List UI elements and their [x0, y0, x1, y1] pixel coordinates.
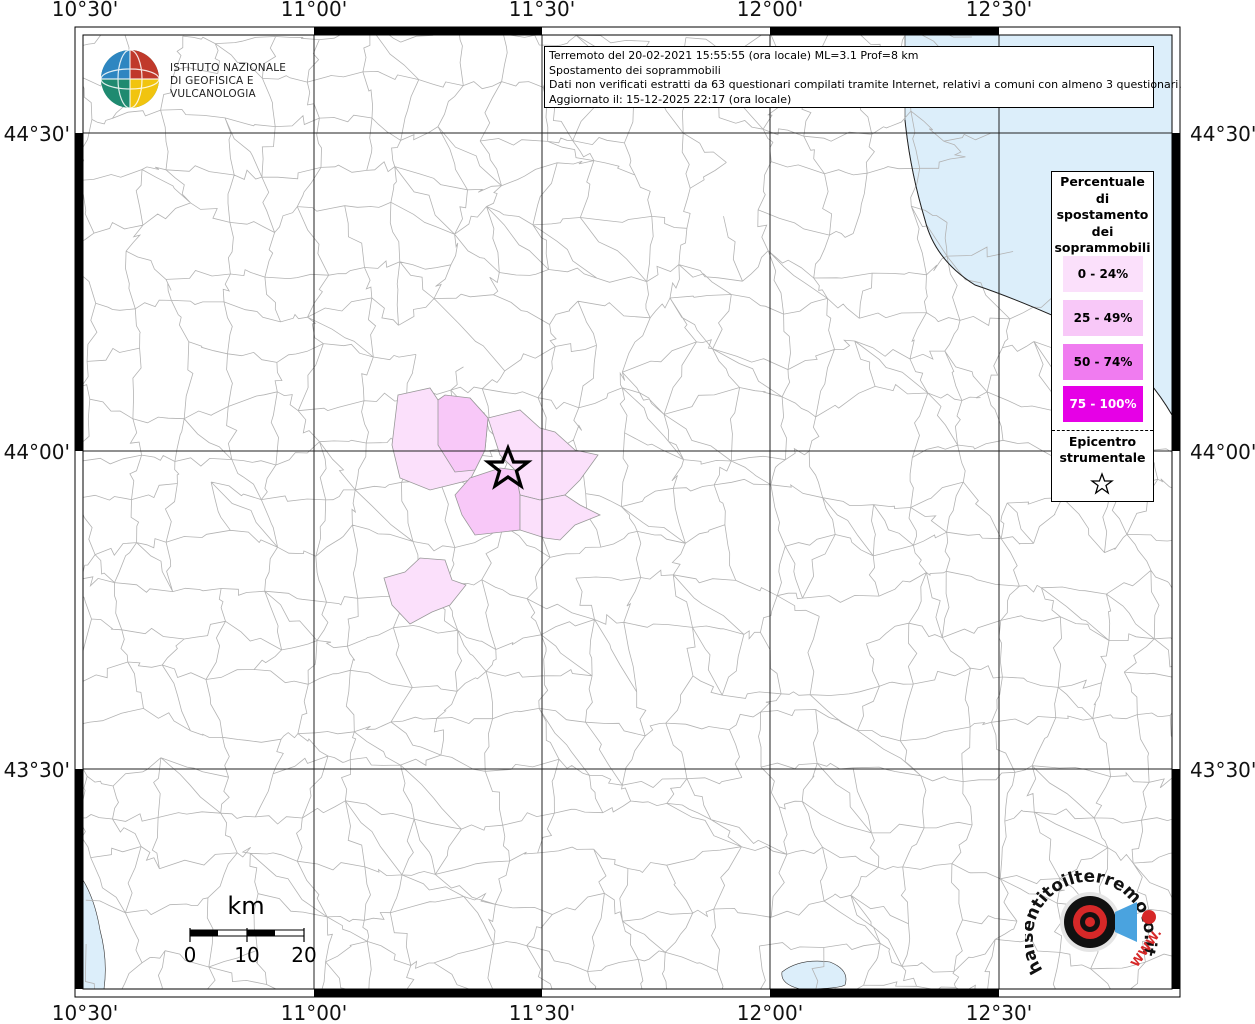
lon-label-top: 11°00' — [281, 0, 347, 21]
lat-label-right: 44°30' — [1190, 122, 1255, 146]
legend-class-50-74: 50 - 74% — [1063, 344, 1143, 380]
lon-label-bottom: 12°30' — [966, 1001, 1032, 1024]
map-subject: Spostamento dei soprammobili — [549, 63, 721, 77]
lat-label-left: 44°00' — [4, 440, 70, 464]
legend-star-icon — [1090, 472, 1114, 495]
lon-label-top: 12°30' — [966, 0, 1032, 21]
legend-title: Percentuale di spostamento dei soprammob… — [1054, 174, 1151, 255]
event-info-box: Terremoto del 20-02-2021 15:55:55 (ora l… — [544, 46, 1182, 108]
lon-label-bottom: 11°30' — [509, 1001, 575, 1024]
lat-label-right: 44°00' — [1190, 440, 1255, 464]
legend-class-75-100: 75 - 100% — [1063, 386, 1143, 422]
ingv-name-line2: DI GEOFISICA E VULCANOLOGIA — [170, 75, 256, 100]
legend: Percentuale di spostamento dei soprammob… — [1051, 171, 1154, 502]
lon-label-bottom: 12°00' — [737, 1001, 803, 1024]
lon-label-top: 12°00' — [737, 0, 803, 21]
ingv-globe-icon — [100, 49, 160, 109]
ingv-name-line1: ISTITUTO NAZIONALE — [170, 62, 287, 74]
legend-class-0-24: 0 - 24% — [1063, 256, 1143, 292]
scale-tick-0: 0 — [184, 943, 197, 967]
lon-label-bottom: 11°00' — [281, 1001, 347, 1024]
legend-epicenter-label: Epicentro strumentale — [1059, 434, 1146, 465]
scale-unit: km — [227, 892, 264, 920]
legend-divider — [1052, 430, 1153, 431]
data-disclaimer: Dati non verificati estratti da 63 quest… — [549, 78, 1182, 91]
lat-label-left: 43°30' — [4, 758, 70, 782]
lat-label-right: 43°30' — [1190, 758, 1255, 782]
event-title: Terremoto del 20-02-2021 15:55:55 (ora l… — [549, 49, 919, 62]
hsit-logo: haisentitoilterremoto.it WWW. — [1025, 867, 1164, 978]
lon-label-top: 11°30' — [509, 0, 575, 21]
lon-label-bottom: 10°30' — [52, 1001, 118, 1024]
legend-class-25-49: 25 - 49% — [1063, 300, 1143, 336]
lat-label-left: 44°30' — [4, 122, 70, 146]
scale-tick-20: 20 — [291, 943, 316, 967]
scale-bar: km 0 10 20 — [184, 892, 317, 967]
update-timestamp: Aggiornato il: 15-12-2025 22:17 (ora loc… — [549, 92, 792, 106]
ingv-logo: ISTITUTO NAZIONALE DI GEOFISICA E VULCAN… — [100, 48, 310, 110]
lon-label-top: 10°30' — [52, 0, 118, 21]
scale-tick-10: 10 — [234, 943, 259, 967]
